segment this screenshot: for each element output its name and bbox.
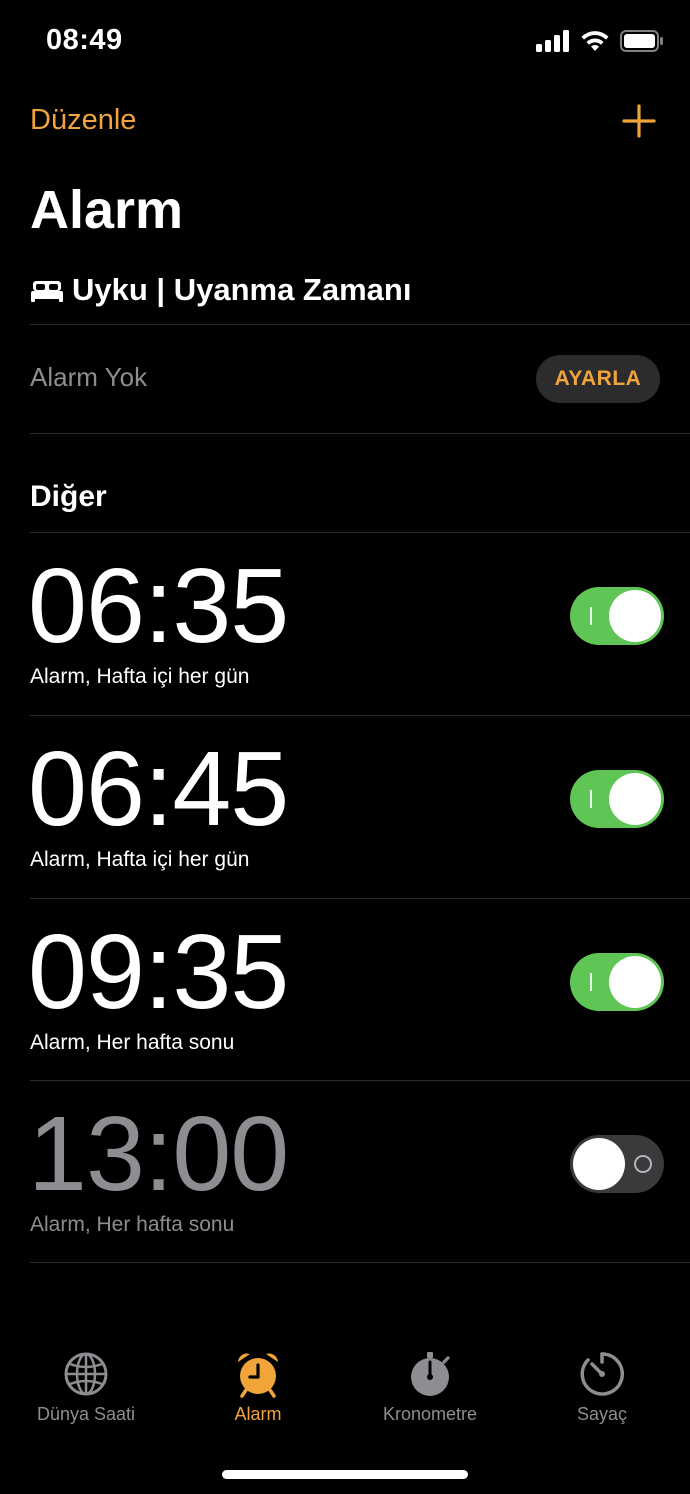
- alarm-time: 06:35: [28, 547, 289, 665]
- divider: [30, 1262, 690, 1263]
- globe-icon: [64, 1352, 108, 1396]
- divider: [30, 324, 690, 325]
- alarm-label: Alarm, Her hafta sonu: [30, 1031, 235, 1054]
- battery-icon: [620, 30, 663, 52]
- no-alarm-text: Alarm Yok: [30, 362, 148, 392]
- alarm-label: Alarm, Hafta içi her gün: [30, 848, 250, 871]
- alarm-clock-icon: [238, 1353, 278, 1398]
- page-title: Alarm: [30, 180, 184, 240]
- status-icons: [536, 30, 664, 52]
- alarm-row[interactable]: 06:45 Alarm, Hafta içi her gün: [0, 716, 690, 898]
- set-sleep-button[interactable]: AYARLA: [536, 355, 660, 403]
- divider: [30, 433, 690, 434]
- alarm-toggle[interactable]: [570, 1135, 664, 1193]
- tab-label: Alarm: [234, 1404, 282, 1424]
- alarm-toggle[interactable]: [570, 587, 664, 645]
- status-bar: 08:49: [0, 0, 690, 84]
- sleep-header-label: Uyku | Uyanma Zamanı: [72, 272, 412, 307]
- tab-stopwatch[interactable]: Kronometre: [344, 1350, 516, 1425]
- cellular-signal-icon: [536, 30, 569, 52]
- stopwatch-icon: [411, 1352, 450, 1396]
- tab-label: Dünya Saati: [36, 1404, 136, 1424]
- tab-bar: Dünya Saati Alarm Kronometre Sayaç: [0, 1340, 690, 1440]
- alarm-row[interactable]: 13:00 Alarm, Her hafta sonu: [0, 1081, 690, 1263]
- home-indicator[interactable]: [222, 1470, 468, 1479]
- toggle-on-mark: [590, 973, 592, 991]
- toggle-knob: [573, 1138, 625, 1190]
- tab-label: Sayaç: [576, 1404, 628, 1424]
- alarm-time: 09:35: [28, 913, 289, 1031]
- toggle-knob: [609, 956, 661, 1008]
- alarm-toggle[interactable]: [570, 953, 664, 1011]
- timer-icon: [580, 1352, 624, 1396]
- alarm-label: Alarm, Hafta içi her gün: [30, 665, 250, 688]
- alarm-label: Alarm, Her hafta sonu: [30, 1213, 235, 1236]
- toggle-knob: [609, 773, 661, 825]
- edit-button[interactable]: Düzenle: [30, 104, 136, 137]
- tab-label: Kronometre: [382, 1404, 478, 1424]
- other-section-title: Diğer: [30, 480, 107, 513]
- wifi-icon: [581, 31, 609, 51]
- alarm-time: 06:45: [28, 730, 289, 848]
- toggle-on-mark: [590, 790, 592, 808]
- alarm-toggle[interactable]: [570, 770, 664, 828]
- toggle-off-mark: [634, 1155, 652, 1173]
- tab-world-clock[interactable]: Dünya Saati: [0, 1350, 172, 1425]
- alarm-row[interactable]: 06:35 Alarm, Hafta içi her gün: [0, 533, 690, 715]
- alarm-row[interactable]: 09:35 Alarm, Her hafta sonu: [0, 899, 690, 1081]
- tab-timer[interactable]: Sayaç: [516, 1350, 688, 1425]
- sleep-section-header: Uyku | Uyanma Zamanı: [30, 272, 411, 308]
- toggle-knob: [609, 590, 661, 642]
- plus-icon[interactable]: [622, 104, 656, 138]
- bed-icon: [31, 281, 63, 302]
- toggle-on-mark: [590, 607, 592, 625]
- alarm-time: 13:00: [28, 1095, 289, 1213]
- status-time: 08:49: [46, 24, 123, 56]
- tab-alarm[interactable]: Alarm: [172, 1350, 344, 1425]
